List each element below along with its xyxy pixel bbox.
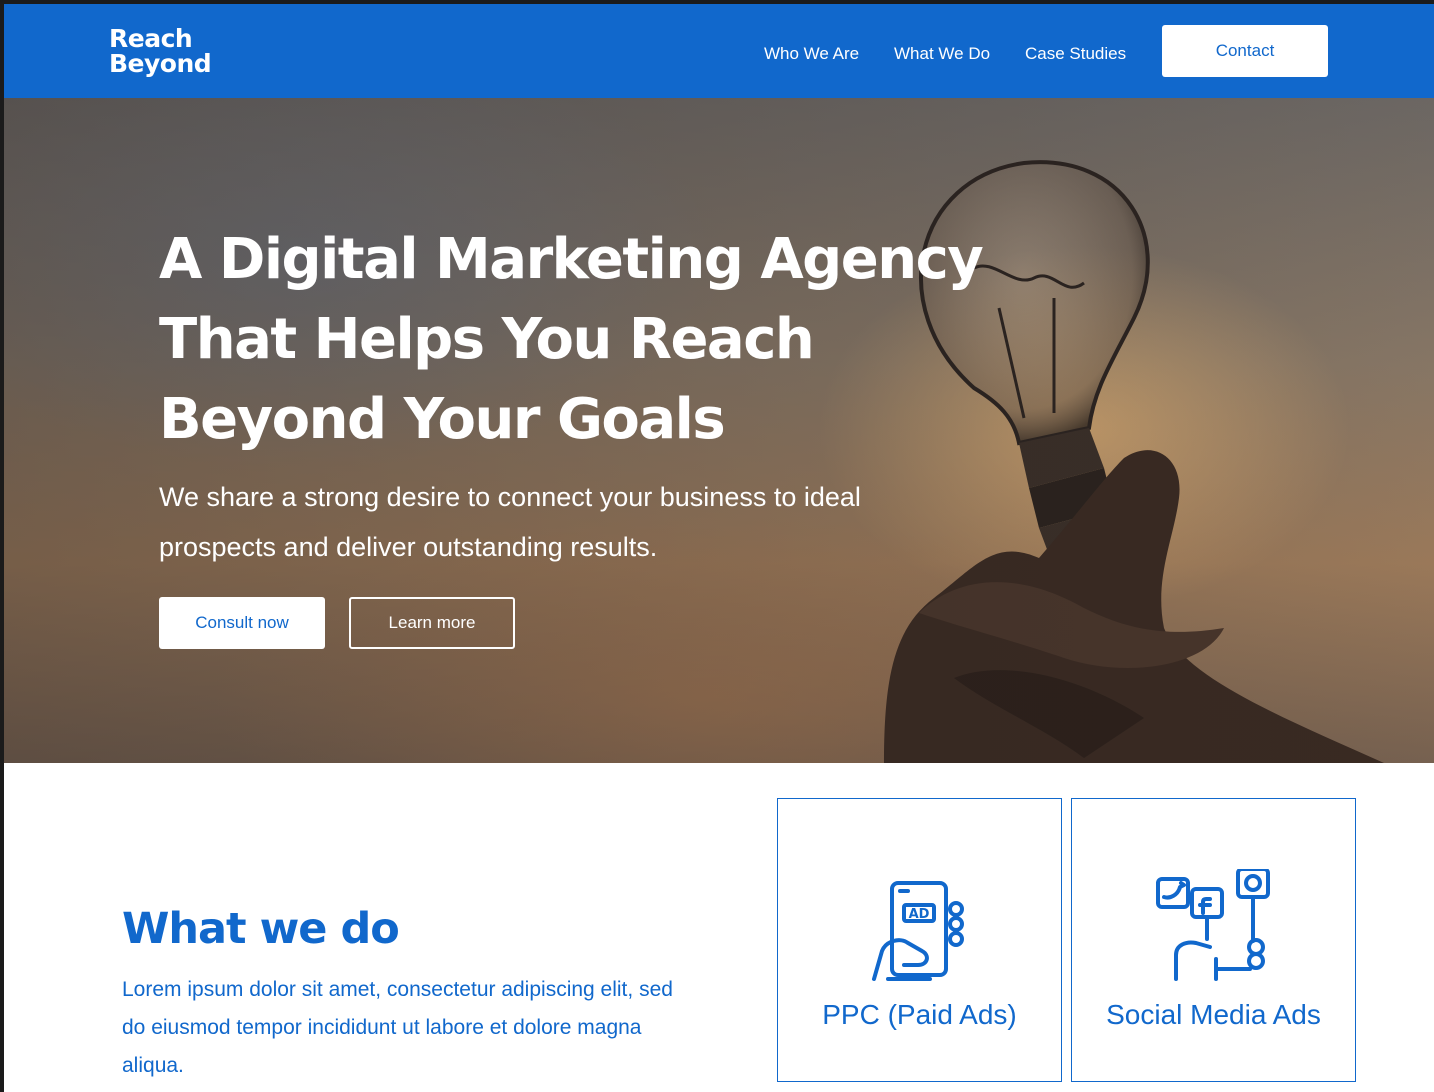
- brand-logo-line2: Beyond: [109, 49, 212, 78]
- svg-text:AD: AD: [909, 907, 930, 922]
- contact-button[interactable]: Contact: [1162, 25, 1328, 77]
- brand-logo-line1: Reach: [109, 24, 193, 53]
- service-label-ppc: PPC (Paid Ads): [822, 999, 1017, 1030]
- nav-case-studies[interactable]: Case Studies: [1025, 44, 1126, 64]
- what-we-do-title: What we do: [122, 904, 400, 954]
- phone-ad-icon: AD: [872, 881, 964, 981]
- service-label-social: Social Media Ads: [1106, 999, 1321, 1030]
- service-card-social[interactable]: Social Media Ads: [1071, 798, 1356, 1082]
- nav-what-we-do[interactable]: What We Do: [894, 44, 990, 64]
- what-we-do-text: Lorem ipsum dolor sit amet, consectetur …: [122, 978, 673, 1077]
- nav-who-we-are[interactable]: Who We Are: [764, 44, 859, 64]
- page: Reach Beyond Who We Are What We Do Case …: [0, 0, 1434, 1092]
- learn-more-button[interactable]: Learn more: [349, 597, 515, 649]
- site-header: Reach Beyond Who We Are What We Do Case …: [4, 4, 1434, 98]
- hero-subtitle: We share a strong desire to connect your…: [159, 482, 861, 562]
- social-media-icon: [1156, 869, 1270, 981]
- hero-title: A Digital Marketing Agency That Helps Yo…: [159, 227, 984, 452]
- hero-section: A Digital Marketing Agency That Helps Yo…: [4, 98, 1434, 763]
- brand-logo[interactable]: Reach Beyond: [109, 24, 212, 78]
- consult-now-button[interactable]: Consult now: [159, 597, 325, 649]
- service-card-ppc[interactable]: AD PPC (Paid Ads): [777, 798, 1062, 1082]
